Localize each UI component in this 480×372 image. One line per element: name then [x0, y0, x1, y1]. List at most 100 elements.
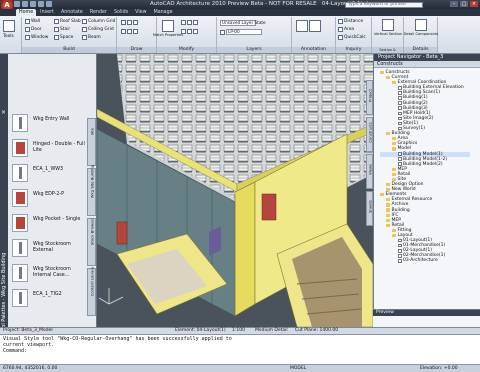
- tree-node-label: 03-Architecture: [403, 258, 438, 264]
- tab-manage[interactable]: Manage: [151, 9, 176, 16]
- navigator-tab[interactable]: Views: [366, 154, 373, 189]
- redo-icon[interactable]: [46, 1, 52, 7]
- distance-button[interactable]: Distance: [338, 19, 363, 24]
- undo-icon[interactable]: [38, 1, 44, 7]
- draw-panel-title[interactable]: Draw: [117, 47, 156, 53]
- command-prompt[interactable]: Command:: [3, 348, 477, 354]
- match-properties-button[interactable]: Match Properties: [153, 20, 183, 37]
- tool-item[interactable]: Wkg Stockroom Internal Case...: [9, 262, 87, 284]
- arc-icon: [121, 29, 126, 34]
- modify-panel-title[interactable]: Modify: [157, 47, 216, 53]
- folder-icon: [392, 167, 396, 171]
- detail-components-button[interactable]: Detail Components: [404, 19, 438, 36]
- palette-tab[interactable]: Wkg Site Building: [87, 165, 96, 216]
- close-icon[interactable]: ×: [470, 1, 478, 7]
- search-input[interactable]: Type a keyword or phrase: [345, 1, 423, 8]
- move-button[interactable]: [181, 20, 198, 25]
- space-button[interactable]: Space: [54, 35, 73, 40]
- preview-title: Preview: [373, 310, 480, 316]
- layer-value: LP-00: [226, 29, 262, 35]
- folder-icon: [380, 70, 384, 75]
- calculator-icon: [338, 35, 343, 40]
- command-line[interactable]: Visual Style tool "Wkg-CO-Regular-Overha…: [0, 334, 480, 364]
- tool-item[interactable]: ECA_1_WW3: [9, 162, 87, 184]
- section-elevation-panel-title[interactable]: Section & Elevation: [372, 47, 403, 58]
- annotation-panel-title[interactable]: Annotation: [292, 47, 335, 53]
- line-button[interactable]: [121, 20, 138, 25]
- dimension-icon: [309, 20, 321, 32]
- quickcalc-button[interactable]: QuickCalc: [338, 35, 366, 40]
- folder-icon: [386, 132, 390, 136]
- folder-icon: [392, 81, 396, 85]
- layer-dropdown[interactable]: LP-00: [220, 29, 262, 35]
- drawing-file-icon: [398, 249, 402, 253]
- navigator-tab[interactable]: Project: [366, 80, 373, 115]
- palette-tab-label: Site: [89, 127, 95, 136]
- open-icon[interactable]: [22, 1, 28, 7]
- area-button[interactable]: Area: [338, 27, 354, 32]
- navigator-tab[interactable]: Sheets: [366, 191, 373, 226]
- ceiling-grid-icon: [82, 27, 87, 32]
- door-button[interactable]: Door: [25, 27, 42, 32]
- hatch-icon: [133, 29, 138, 34]
- match-properties-label: Match Properties: [152, 33, 184, 37]
- build-panel-title[interactable]: Build: [22, 47, 116, 53]
- tool-item[interactable]: Hinged - Double - Full Lite: [9, 137, 87, 159]
- tab-view[interactable]: View: [132, 9, 149, 16]
- palette-tab[interactable]: Site: [87, 118, 96, 166]
- palette-title-strip[interactable]: × Tool Palettes - Wkg Site Building: [0, 54, 8, 333]
- text-button[interactable]: [296, 20, 321, 32]
- stair-label: Stair: [60, 27, 71, 32]
- save-icon[interactable]: [30, 1, 36, 7]
- stair-button[interactable]: Stair: [54, 27, 70, 32]
- tab-annotate[interactable]: Annotate: [58, 9, 86, 16]
- tool-item[interactable]: ECA_1_TIG2: [9, 287, 87, 309]
- mirror-icon: [193, 29, 198, 34]
- model-toggle[interactable]: MODEL: [290, 365, 306, 372]
- folder-icon: [386, 223, 390, 227]
- column-grid-label: Column Grid: [88, 19, 116, 24]
- tree-node[interactable]: 03-Architecture: [380, 258, 470, 263]
- maximize-icon[interactable]: □: [460, 1, 468, 7]
- build-panel: Wall Door Window Roof Slab Stair Space C…: [22, 17, 117, 53]
- new-icon[interactable]: [14, 1, 20, 7]
- lightbulb-icon: [220, 29, 225, 35]
- tool-item[interactable]: Wkg Pocket - Single: [9, 212, 87, 234]
- close-icon[interactable]: ×: [1, 110, 7, 116]
- arc-button[interactable]: [121, 29, 138, 34]
- navigator-tab[interactable]: Constructs: [366, 117, 373, 152]
- tab-solids[interactable]: Solids: [111, 9, 131, 16]
- vertical-section-button[interactable]: Vertical Section: [374, 19, 402, 36]
- roof-slab-button[interactable]: Roof Slab: [54, 19, 81, 24]
- tab-insert[interactable]: Insert: [37, 9, 57, 16]
- wall-button[interactable]: Wall: [25, 19, 40, 24]
- tree-node-label: Building Model(2): [403, 161, 443, 167]
- tool-label: Wkg Pocket - Single: [33, 217, 81, 222]
- tab-home[interactable]: Home: [16, 9, 37, 16]
- palette-tab[interactable]: Stock Browser: [87, 218, 96, 266]
- minimize-icon[interactable]: –: [450, 1, 458, 7]
- ceiling-grid-button[interactable]: Ceiling Grid: [82, 27, 114, 32]
- door-tool-icon: [12, 189, 28, 207]
- quick-access-toolbar: [14, 1, 52, 7]
- tool-item[interactable]: Wkg EDP-2-P: [9, 187, 87, 209]
- details-panel-title[interactable]: Details: [404, 47, 437, 53]
- rectangle-icon: [127, 29, 132, 34]
- column-grid-button[interactable]: Column Grid: [82, 19, 115, 24]
- drawing-file-icon: [398, 238, 402, 243]
- navigator-section-header[interactable]: Constructs: [374, 61, 480, 68]
- drawing-viewport[interactable]: [97, 54, 373, 327]
- inquiry-panel-title[interactable]: Inquiry: [336, 47, 371, 53]
- palette-tab-label: Wkg Site Building: [89, 164, 95, 199]
- window-button[interactable]: Window: [25, 35, 48, 40]
- trim-button[interactable]: [181, 29, 198, 34]
- layers-panel-title[interactable]: Layers: [217, 47, 291, 53]
- palette-tab[interactable]: Content Library: [87, 267, 96, 316]
- tool-item[interactable]: Wkg Entry Wall: [9, 112, 87, 134]
- beam-button[interactable]: Beam: [82, 35, 101, 40]
- tool-item[interactable]: Wkg Stockroom External: [9, 237, 87, 259]
- layer-state-dropdown[interactable]: Unsaved Layer State: [220, 20, 266, 26]
- tab-render[interactable]: Render: [87, 9, 110, 16]
- annotation-panel: Annotation: [292, 17, 336, 53]
- tools-button[interactable]: [3, 20, 15, 32]
